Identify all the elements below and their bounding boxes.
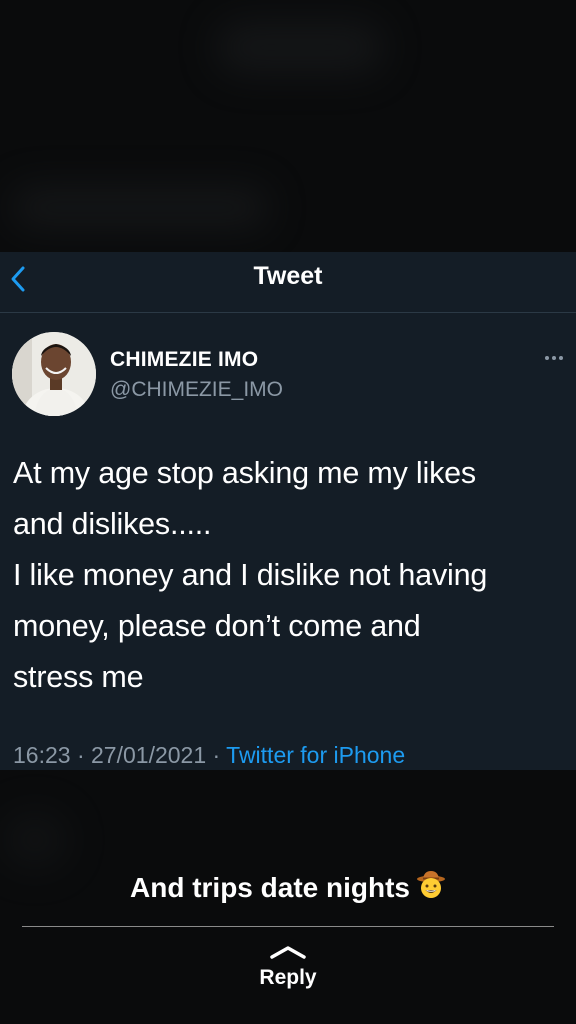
tweet-metadata: 16:23 · 27/01/2021 · Twitter for iPhone [13, 742, 405, 769]
more-dots-icon-dot [552, 356, 556, 360]
blurred-background [10, 185, 270, 230]
more-dots-icon-dot [559, 356, 563, 360]
meta-separator: · [70, 742, 92, 768]
meta-separator: · [206, 742, 227, 768]
blurred-background [0, 810, 70, 870]
more-dots-icon [545, 356, 549, 360]
more-options-button[interactable] [538, 350, 570, 366]
reply-button[interactable]: Reply [238, 940, 338, 1002]
blurred-background [215, 20, 385, 75]
page-title: Tweet [253, 262, 323, 290]
tweet-date: 27/01/2021 [91, 742, 207, 768]
author-handle[interactable]: @CHIMEZIE_IMO [110, 378, 283, 402]
avatar-photo [12, 332, 96, 416]
tweet-source-link[interactable]: Twitter for iPhone [226, 742, 405, 768]
caption-text: And trips date nights [130, 872, 410, 903]
avatar[interactable] [12, 332, 96, 416]
tweet-time: 16:23 [13, 742, 71, 768]
story-caption: And trips date nights [0, 870, 576, 907]
tweet-text: At my age stop asking me my likes and di… [13, 456, 488, 694]
tweet-author: CHIMEZIE IMO @CHIMEZIE_IMO [12, 332, 576, 422]
divider [22, 926, 554, 927]
author-name[interactable]: CHIMEZIE IMO [110, 348, 258, 372]
cowboy-face-emoji-icon [416, 870, 446, 907]
tweet-header: Tweet [0, 252, 576, 313]
story-screen: Tweet CHIMEZIE IMO @CHIMEZIE_IMO At my a… [0, 0, 576, 1024]
reply-label: Reply [259, 966, 317, 989]
tweet-screenshot: Tweet CHIMEZIE IMO @CHIMEZIE_IMO At my a… [0, 252, 576, 770]
reply-chevron-up-icon [270, 946, 306, 959]
